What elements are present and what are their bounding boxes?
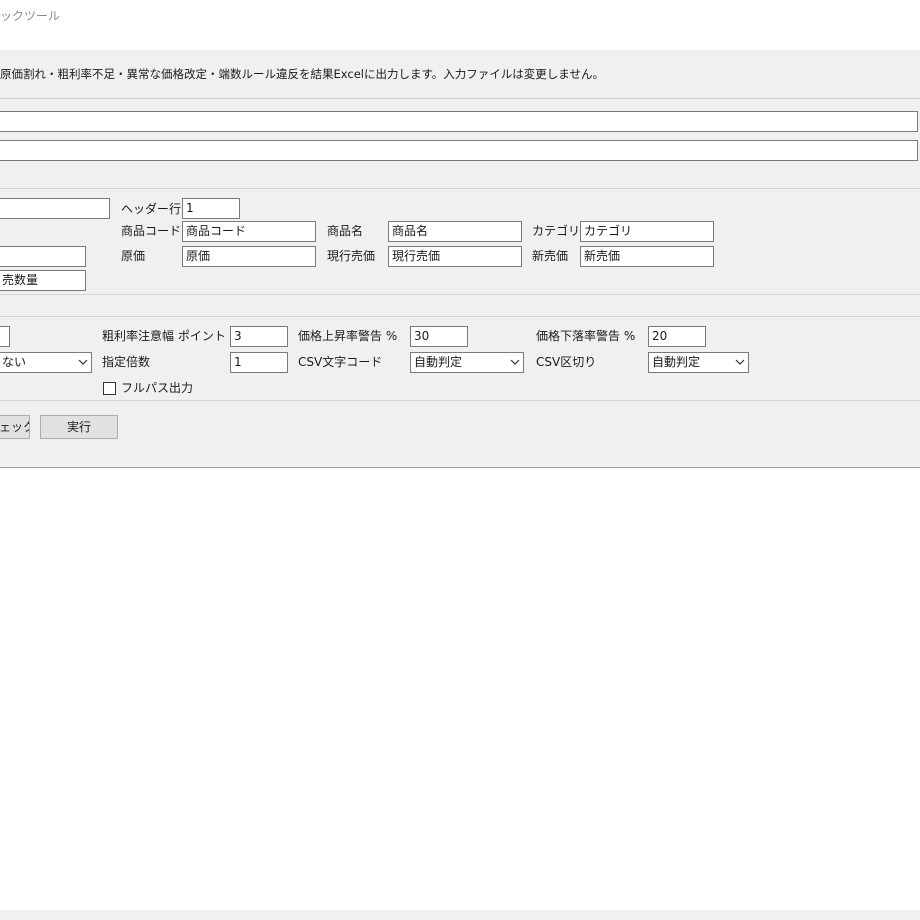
status-bar — [0, 910, 920, 920]
current-price-field[interactable]: 現行売価 — [388, 246, 522, 267]
chevron-down-icon — [78, 359, 88, 365]
margin-warning-field[interactable]: 3 — [230, 326, 288, 347]
cost-field[interactable]: 原価 — [182, 246, 316, 267]
header-row-label: ヘッダー行 — [121, 202, 182, 216]
rounding-select-value: ない — [2, 355, 27, 369]
csv-delimiter-label: CSV区切り — [536, 355, 597, 369]
run-button[interactable]: 実行 — [40, 415, 118, 439]
check-button[interactable]: ェック — [0, 415, 30, 439]
fullpath-label: フルパス出力 — [121, 381, 194, 395]
chevron-down-icon — [735, 359, 745, 365]
window-title: ックツール — [0, 9, 61, 23]
csv-delimiter-value: 自動判定 — [652, 355, 701, 369]
cost-label: 原価 — [121, 249, 146, 263]
csv-delimiter-select[interactable]: 自動判定 — [648, 352, 749, 373]
csv-encoding-select[interactable]: 自動判定 — [410, 352, 524, 373]
price-up-field[interactable]: 30 — [410, 326, 468, 347]
fullpath-checkbox[interactable] — [103, 382, 116, 395]
divider — [0, 400, 920, 401]
product-name-label: 商品名 — [327, 224, 364, 238]
header-row-field[interactable]: 1 — [182, 198, 240, 219]
rounding-select[interactable]: ない — [0, 352, 92, 373]
output-file-field[interactable] — [0, 140, 918, 161]
category-field[interactable]: カテゴリ — [580, 221, 714, 242]
quantity-field[interactable]: 売数量 — [0, 270, 86, 291]
csv-encoding-label: CSV文字コード — [298, 355, 383, 369]
price-down-field[interactable]: 20 — [648, 326, 706, 347]
title-bar — [0, 0, 920, 50]
margin-warning-label: 粗利率注意幅 ポイント — [102, 329, 226, 343]
current-price-label: 現行売価 — [327, 249, 376, 263]
multiple-field[interactable]: 1 — [230, 352, 288, 373]
chevron-down-icon — [510, 359, 520, 365]
column-field[interactable] — [0, 246, 86, 267]
csv-encoding-value: 自動判定 — [414, 355, 463, 369]
new-price-label: 新売価 — [532, 249, 569, 263]
divider — [0, 98, 920, 99]
divider — [0, 316, 920, 317]
input-file-field[interactable] — [0, 111, 918, 132]
description-text: 原価割れ・粗利率不足・異常な価格改定・端数ルール違反を結果Excelに出力します… — [0, 67, 604, 81]
multiple-label: 指定倍数 — [102, 355, 151, 369]
category-label: カテゴリ — [532, 224, 581, 238]
product-name-field[interactable]: 商品名 — [388, 221, 522, 242]
product-code-label: 商品コード — [121, 224, 182, 238]
product-code-field[interactable]: 商品コード — [182, 221, 316, 242]
price-up-label: 価格上昇率警告 % — [298, 329, 398, 343]
divider — [0, 188, 920, 189]
new-price-field[interactable]: 新売価 — [580, 246, 714, 267]
option-field[interactable] — [0, 326, 10, 347]
price-down-label: 価格下落率警告 % — [536, 329, 636, 343]
divider — [0, 294, 920, 295]
sheet-name-field[interactable] — [0, 198, 110, 219]
